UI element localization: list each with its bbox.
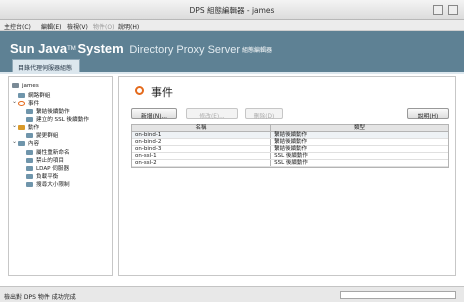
events-icon xyxy=(18,101,25,106)
minimize-button[interactable] xyxy=(433,5,443,15)
column-header-type[interactable]: 類型 xyxy=(271,125,448,131)
collapse-actions-toggle[interactable]: ⌄ xyxy=(12,122,17,129)
table-row[interactable]: on-bind-2 繫結後續動作 xyxy=(132,139,448,146)
cell-name: on-bind-3 xyxy=(132,146,272,152)
menu-console[interactable]: 主控台(C) xyxy=(4,22,31,31)
tree-item-bind-post-actions[interactable]: 繫結後續動作 xyxy=(26,107,70,115)
table-header: 名稱 類型 xyxy=(132,125,448,132)
folder-icon xyxy=(26,133,33,138)
events-table: 名稱 類型 on-bind-1 繫結後續動作 on-bind-2 繫結後續動作 … xyxy=(131,124,449,168)
product-brand: Sun JavaTM System Directory Proxy Server xyxy=(10,41,240,56)
window-title: DPS 組態編輯器 - james xyxy=(189,6,275,15)
server-icon xyxy=(12,83,19,88)
banner-subtitle: 組態編輯器 xyxy=(242,47,273,54)
brand-system: System xyxy=(77,41,124,56)
tree-item-search-size-limit[interactable]: 搜尋大小限制 xyxy=(26,180,70,188)
tree-item-label: 內容 xyxy=(28,141,40,147)
tree-item-attribute-rename[interactable]: 屬性重新命名 xyxy=(26,148,70,156)
table-row[interactable]: on-ssl-2 SSL 後續動作 xyxy=(132,160,448,167)
tree-item-change-group[interactable]: 變更群組 xyxy=(26,131,58,139)
tree-item-server[interactable]: james xyxy=(12,83,39,91)
new-button[interactable]: 新增(N)... xyxy=(131,108,177,120)
tree-item-label: 變更群組 xyxy=(36,133,59,139)
folder-icon xyxy=(26,158,33,163)
folder-icon xyxy=(18,93,25,98)
progress-bar xyxy=(340,291,456,299)
menu-help[interactable]: 說明(H) xyxy=(118,22,139,31)
folder-icon xyxy=(18,141,25,146)
content-panel xyxy=(118,76,456,276)
events-icon xyxy=(135,86,144,95)
folder-icon xyxy=(26,174,33,179)
collapse-content-toggle[interactable]: ⌄ xyxy=(12,138,17,145)
tree-item-content[interactable]: 內容 xyxy=(18,139,39,147)
folder-icon xyxy=(26,150,33,155)
title-bar: DPS 組態編輯器 - james xyxy=(0,0,464,20)
tree-item-load-balancing[interactable]: 負載平衡 xyxy=(26,172,58,180)
cell-type: SSL 後續動作 xyxy=(274,153,308,159)
brand-name: Sun Java xyxy=(10,41,68,56)
modify-button[interactable]: 修改(E)... xyxy=(186,108,238,120)
folder-icon xyxy=(26,117,33,122)
tree-item-network-groups[interactable]: 網路群組 xyxy=(18,91,50,99)
collapse-events-toggle[interactable]: ⌄ xyxy=(12,98,17,105)
table-row[interactable]: on-bind-3 繫結後續動作 xyxy=(132,146,448,153)
table-row[interactable]: on-bind-1 繫結後續動作 xyxy=(132,132,448,139)
brand-product: Directory Proxy Server xyxy=(129,44,240,56)
tree-item-label: 建立的 SSL 後續動作 xyxy=(36,117,89,123)
table-row[interactable]: on-ssl-1 SSL 後續動作 xyxy=(132,153,448,160)
cell-type: 繫結後續動作 xyxy=(274,132,308,138)
tree-item-ldap-servers[interactable]: LDAP 伺服器 xyxy=(26,164,69,172)
maximize-button[interactable] xyxy=(448,5,458,15)
menu-object[interactable]: 物件(O) xyxy=(93,22,114,31)
tree-item-ssl-post-actions[interactable]: 建立的 SSL 後續動作 xyxy=(26,115,89,123)
brand-trademark: TM xyxy=(67,46,76,52)
folder-icon xyxy=(26,182,33,187)
tree-item-label: james xyxy=(22,83,39,89)
tab-underline xyxy=(0,72,464,74)
cell-name: on-ssl-2 xyxy=(132,160,272,166)
navigation-tree: james 網路群組 ⌄ 事件 繫結後續動作 建立的 SSL 後續動作 ⌄ 動作… xyxy=(8,76,113,276)
status-text: 檢出對 DPS 物件 成功完成 xyxy=(4,294,76,301)
tree-item-label: 搜尋大小限制 xyxy=(36,182,70,188)
cell-name: on-bind-2 xyxy=(132,139,272,145)
cell-type: 繫結後續動作 xyxy=(274,139,308,145)
cell-name: on-bind-1 xyxy=(132,132,272,138)
tree-item-forbidden-entries[interactable]: 禁止的項目 xyxy=(26,156,64,164)
actions-icon xyxy=(18,125,25,130)
menu-bar: 主控台(C) 編輯(E) 檢視(V) 物件(O) 說明(H) xyxy=(0,20,464,31)
tree-item-events[interactable]: 事件 xyxy=(18,99,39,107)
menu-edit[interactable]: 編輯(E) xyxy=(41,22,61,31)
tab-configuration[interactable]: 目錄代理伺服器組態 xyxy=(12,59,80,72)
folder-icon xyxy=(26,166,33,171)
tree-item-actions[interactable]: 動作 xyxy=(18,123,39,131)
page-title: 事件 xyxy=(151,86,173,99)
cell-name: on-ssl-1 xyxy=(132,153,272,159)
folder-icon xyxy=(26,109,33,114)
column-header-name[interactable]: 名稱 xyxy=(132,125,272,131)
help-button[interactable]: 說明(H) xyxy=(407,108,449,120)
cell-type: 繫結後續動作 xyxy=(274,146,308,152)
status-bar: 檢出對 DPS 物件 成功完成 xyxy=(0,286,464,302)
cell-type: SSL 後續動作 xyxy=(274,160,308,166)
menu-view[interactable]: 檢視(V) xyxy=(67,22,88,31)
delete-button[interactable]: 刪除(D) xyxy=(245,108,283,120)
